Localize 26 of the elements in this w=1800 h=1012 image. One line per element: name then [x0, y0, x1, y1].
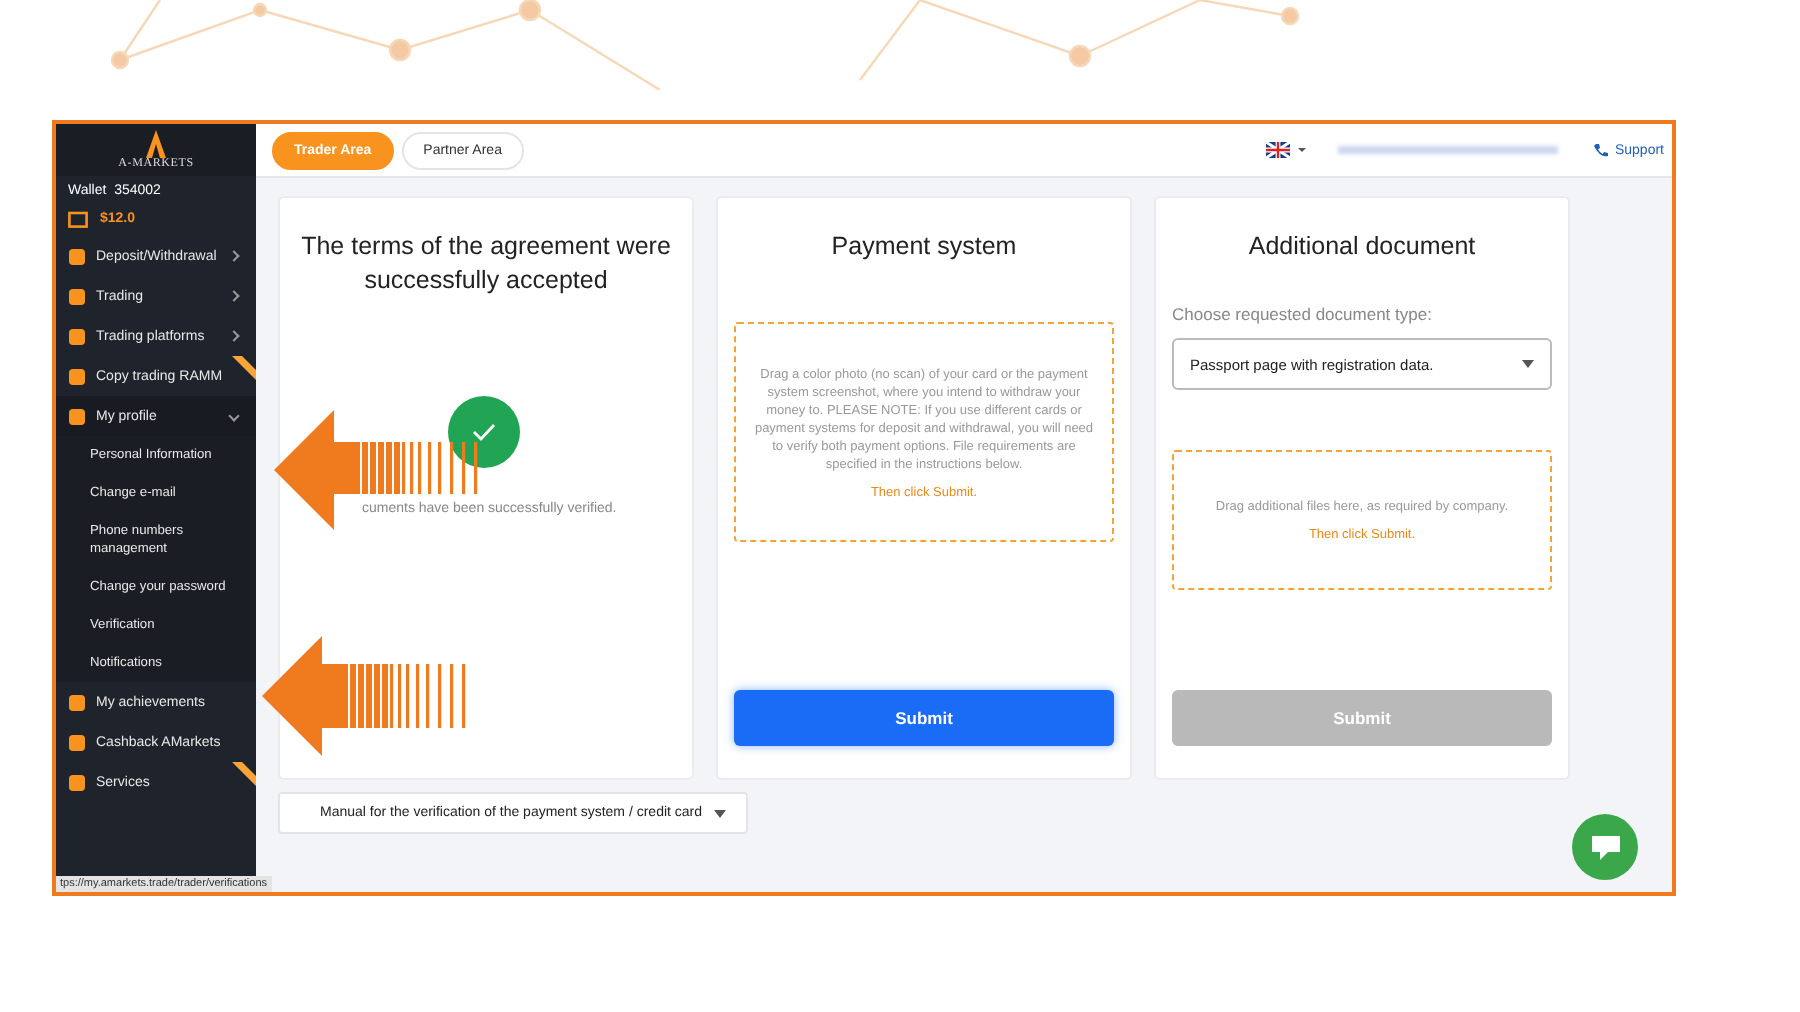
menu-icon: [68, 247, 86, 265]
card-title: Payment system: [829, 230, 1019, 264]
field-label: Choose requested document type:: [1172, 304, 1434, 324]
chevron-icon: [228, 290, 240, 302]
menu-icon: [68, 773, 86, 791]
card-title: Additional document: [1246, 230, 1478, 264]
card-title: The terms of the agreement were successfully accepted: [299, 230, 673, 298]
caret-icon[interactable]: [1298, 148, 1307, 152]
caret-icon: [1522, 360, 1534, 368]
phone-icon: [1594, 143, 1609, 157]
menu-icon: [68, 733, 86, 751]
menu-icon: [68, 693, 86, 711]
menu-icon: [68, 287, 86, 305]
wallet-icon: [68, 210, 88, 228]
menu-icon: [68, 327, 86, 345]
check-icon: [448, 396, 520, 468]
chevron-icon: [228, 250, 240, 262]
logo-icon: [142, 130, 170, 158]
chevron-icon: [228, 330, 240, 342]
flag-icon[interactable]: [1266, 142, 1291, 158]
chat-button[interactable]: [1572, 814, 1638, 880]
speech-bubble-icon: [1589, 833, 1621, 861]
menu-icon: [68, 367, 86, 385]
menu-icon: [68, 407, 86, 425]
chevron-icon: [228, 410, 240, 422]
submit-button[interactable]: Submit: [734, 690, 1114, 746]
